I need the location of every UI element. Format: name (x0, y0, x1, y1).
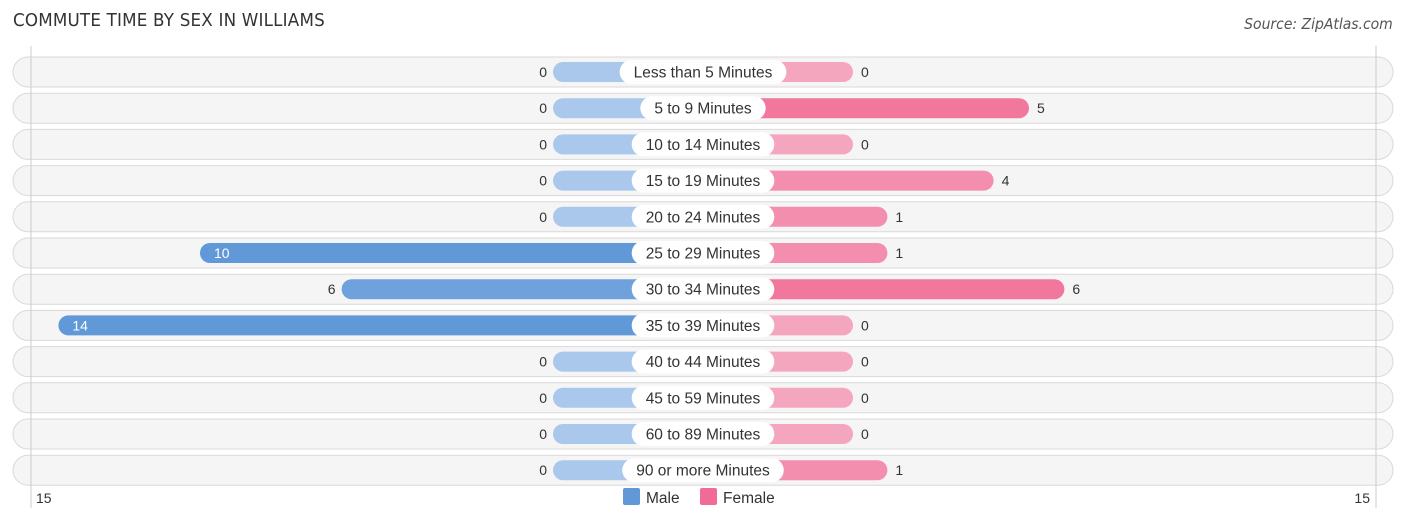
female-value-label: 0 (861, 136, 869, 152)
row-4: 0 1 20 to 24 Minutes (12, 201, 1394, 233)
female-value-label: 0 (861, 426, 869, 442)
chart: 0 0Less than 5 Minutes0 55 to 9 Minutes0 01… (12, 46, 1394, 508)
female-value-label: 0 (861, 317, 869, 333)
female-value-label: 1 (895, 245, 903, 261)
legend-female-label: Female (723, 490, 775, 507)
axis-label-left: 15 (36, 490, 52, 506)
male-value-label: 0 (539, 462, 547, 478)
row-11: 0 1 90 or more Minutes (12, 454, 1394, 486)
row-1: 0 5 5 to 9 Minutes (12, 92, 1394, 124)
category-label: 20 to 24 Minutes (646, 209, 761, 226)
female-value-label: 1 (895, 462, 903, 478)
male-value-label: 14 (72, 317, 88, 333)
male-value-label: 0 (539, 209, 547, 225)
row-2: 0 0 10 to 14 Minutes (12, 128, 1394, 160)
category-label: Less than 5 Minutes (634, 65, 773, 82)
male-value-label: 10 (214, 245, 230, 261)
row-9: 0 0 45 to 59 Minutes (12, 382, 1394, 414)
legend-female-swatch (700, 488, 717, 505)
male-value-label: 0 (539, 173, 547, 189)
category-label: 30 to 34 Minutes (646, 282, 761, 299)
legend-male-label: Male (646, 490, 680, 507)
male-value-label: 0 (539, 354, 547, 370)
female-value-label: 1 (895, 209, 903, 225)
category-label: 25 to 29 Minutes (646, 246, 761, 263)
male-value-label: 0 (539, 390, 547, 406)
male-value-label: 0 (539, 426, 547, 442)
female-value-label: 0 (861, 64, 869, 80)
row-5: 10 1 25 to 29 Minutes (12, 237, 1394, 269)
row-8: 0 0 40 to 44 Minutes (12, 346, 1394, 378)
female-value-label: 6 (1072, 281, 1080, 297)
female-value-label: 5 (1037, 100, 1045, 116)
male-bar[interactable] (58, 315, 703, 336)
category-label: 60 to 89 Minutes (646, 427, 761, 444)
category-label: 10 to 14 Minutes (646, 137, 761, 154)
row-3: 0 4 15 to 19 Minutes (12, 165, 1394, 197)
row-10: 0 0 60 to 89 Minutes (12, 418, 1394, 450)
row-7: 14 0 35 to 39 Minutes (12, 309, 1394, 341)
male-bar[interactable] (200, 243, 703, 263)
category-label: 90 or more Minutes (636, 463, 770, 480)
category-label: 5 to 9 Minutes (654, 101, 752, 118)
axis-label-right: 15 (1354, 490, 1370, 506)
row-6: 6 6 30 to 34 Minutes (12, 273, 1394, 305)
category-label: 15 to 19 Minutes (646, 173, 761, 190)
female-value-label: 0 (861, 390, 869, 406)
male-value-label: 0 (539, 64, 547, 80)
male-value-label: 6 (328, 281, 336, 297)
female-value-label: 0 (861, 354, 869, 370)
male-value-label: 0 (539, 100, 547, 116)
male-value-label: 0 (539, 136, 547, 152)
row-0: 0 0 Less than 5 Minutes (12, 56, 1394, 88)
category-label: 40 to 44 Minutes (646, 354, 761, 371)
female-value-label: 4 (1002, 173, 1010, 189)
legend-male-swatch (623, 488, 640, 505)
category-label: 35 to 39 Minutes (646, 318, 761, 335)
category-label: 45 to 59 Minutes (646, 390, 761, 407)
